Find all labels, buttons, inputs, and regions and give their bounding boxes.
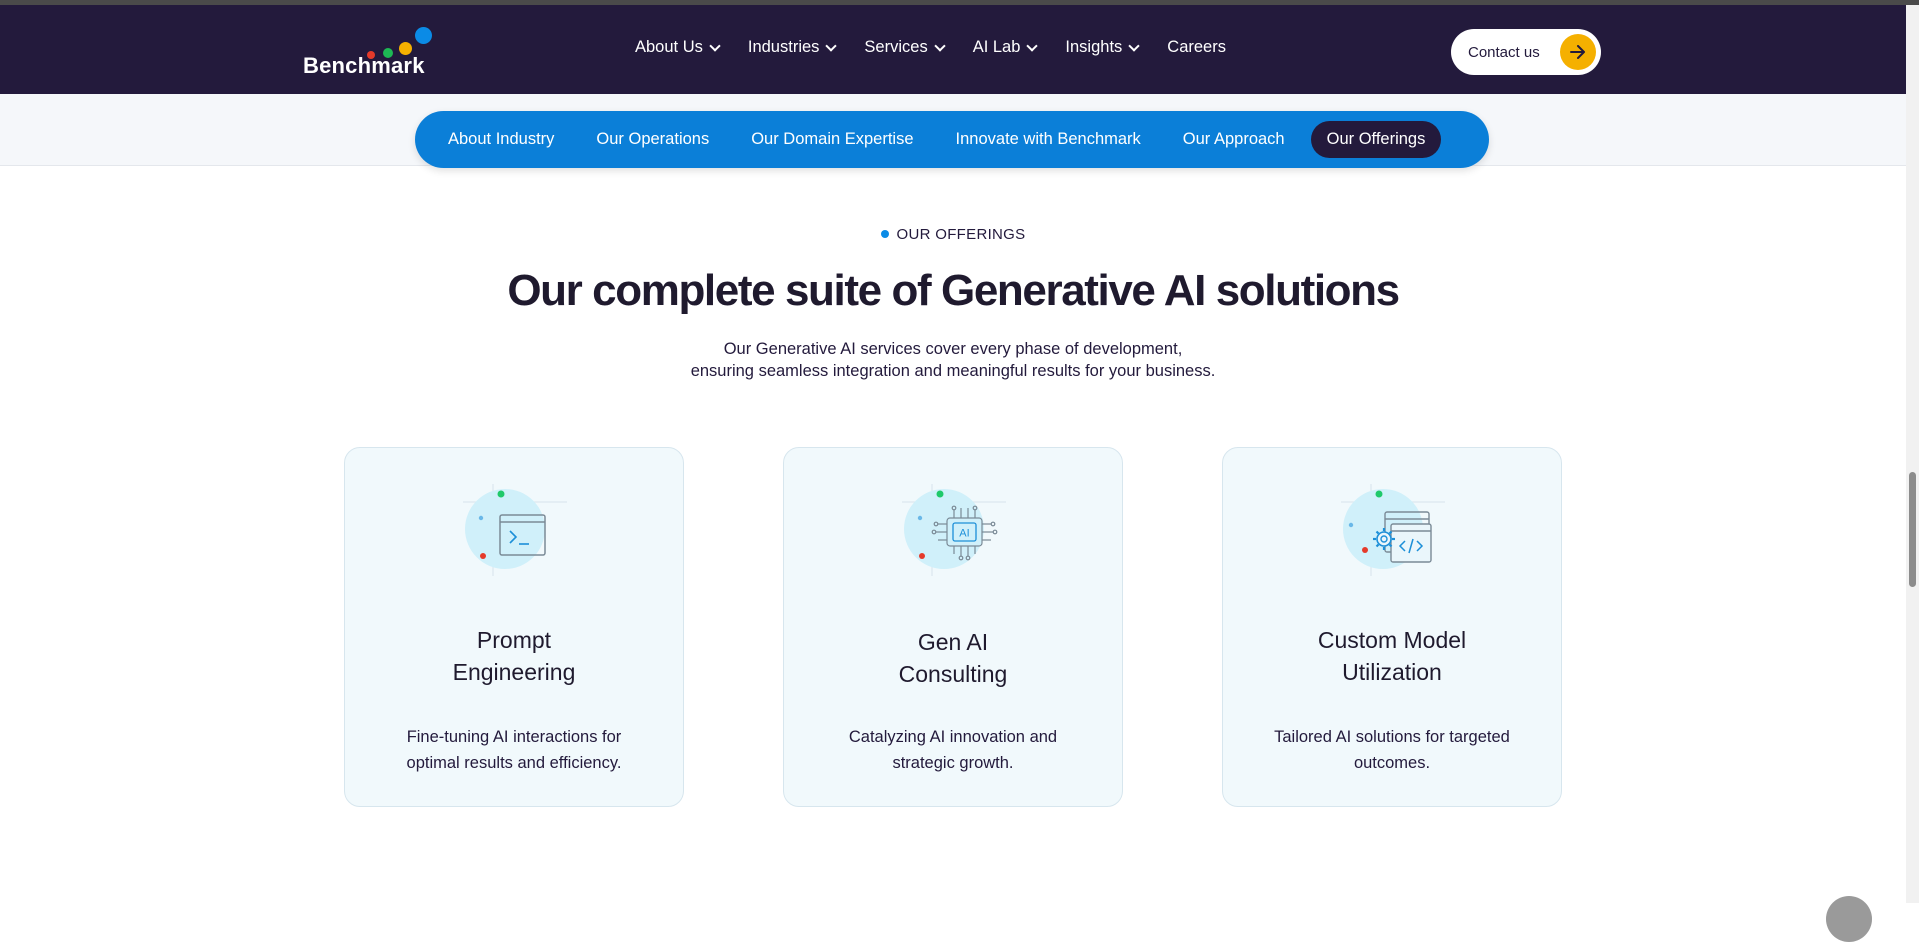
card-description: Fine-tuning AI interactions for optimal …: [345, 724, 683, 776]
nav-item-about-us[interactable]: About Us: [635, 38, 721, 57]
card-text-line: Catalyzing AI innovation and: [848, 728, 1058, 746]
nav-item-careers[interactable]: Careers: [1167, 38, 1226, 57]
nav-label: Services: [864, 38, 928, 56]
card-text-line: optimal results and efficiency.: [406, 754, 622, 772]
section-description: Our Generative AI services cover every p…: [0, 338, 1906, 382]
card-title-line: Consulting: [898, 661, 1008, 687]
card-title: Gen AI Consulting: [784, 626, 1122, 690]
contact-us-button[interactable]: Contact us: [1451, 29, 1601, 75]
subnav-about-industry[interactable]: About Industry: [432, 121, 570, 158]
ai-chip-label: AI: [959, 528, 969, 540]
description-line: ensuring seamless integration and meanin…: [690, 362, 1216, 380]
offering-card-gen-ai-consulting[interactable]: AI Gen AI Consulting Catalyzing AI innov…: [783, 447, 1123, 807]
subnav-innovate-with-benchmark[interactable]: Innovate with Benchmark: [940, 121, 1157, 158]
section-eyebrow: OUR OFFERINGS: [0, 226, 1906, 243]
chevron-down-icon: [1128, 39, 1140, 52]
chevron-down-icon: [825, 39, 838, 52]
card-title-line: Custom Model: [1317, 627, 1467, 653]
subnav-our-domain-expertise[interactable]: Our Domain Expertise: [735, 121, 929, 158]
nav-item-ai-lab[interactable]: AI Lab: [972, 38, 1039, 57]
scrollbar-thumb[interactable]: [1909, 472, 1916, 587]
card-title: Custom Model Utilization: [1223, 624, 1561, 688]
chevron-down-icon: [1026, 39, 1039, 52]
subnav-our-operations[interactable]: Our Operations: [580, 121, 725, 158]
arrow-right-icon: [1560, 34, 1596, 70]
eyebrow-label: OUR OFFERINGS: [896, 226, 1026, 243]
nav-label: Industries: [747, 38, 820, 56]
terminal-window-icon: [463, 484, 567, 576]
nav-label: Careers: [1167, 38, 1226, 56]
chevron-down-icon: [934, 39, 946, 52]
logo-text: Benchmark: [303, 53, 425, 78]
card-text-line: outcomes.: [1353, 754, 1431, 772]
card-title-line: Gen AI: [917, 629, 989, 655]
offering-card-custom-model-utilization[interactable]: Custom Model Utilization Tailored AI sol…: [1222, 447, 1562, 807]
nav-label: AI Lab: [972, 38, 1021, 56]
section-headline: Our complete suite of Generative AI solu…: [507, 266, 1400, 315]
card-description: Tailored AI solutions for targeted outco…: [1223, 724, 1561, 776]
ai-chip-icon: AI: [902, 484, 1006, 576]
nav-item-services[interactable]: Services: [864, 38, 946, 57]
card-title-line: Utilization: [1342, 659, 1442, 685]
card-title-line: Engineering: [452, 659, 576, 685]
eyebrow-dot-icon: [880, 229, 889, 238]
section-subnav: About Industry Our Operations Our Domain…: [415, 111, 1489, 168]
card-description: Catalyzing AI innovation and strategic g…: [784, 724, 1122, 776]
description-line: Our Generative AI services cover every p…: [723, 340, 1183, 358]
card-title-line: Prompt: [476, 627, 552, 653]
card-title: Prompt Engineering: [345, 624, 683, 688]
card-text-line: strategic growth.: [892, 754, 1014, 772]
card-text-line: Tailored AI solutions for targeted: [1274, 728, 1510, 746]
offering-card-prompt-engineering[interactable]: Prompt Engineering Fine-tuning AI intera…: [344, 447, 684, 807]
code-settings-icon: [1341, 484, 1445, 576]
nav-item-insights[interactable]: Insights: [1065, 38, 1140, 57]
card-text-line: Fine-tuning AI interactions for: [406, 728, 622, 746]
contact-us-label: Contact us: [1468, 43, 1540, 61]
site-header: Benchmark About Us Industries Services A…: [0, 5, 1906, 94]
nav-label: About Us: [635, 38, 703, 56]
benchmark-logo[interactable]: Benchmark: [303, 25, 438, 81]
nav-item-industries[interactable]: Industries: [747, 38, 838, 57]
logo-dot-blue: [415, 27, 432, 44]
page-scrollbar[interactable]: [1906, 5, 1919, 903]
subnav-our-approach[interactable]: Our Approach: [1167, 121, 1301, 158]
main-nav: About Us Industries Services AI Lab Insi…: [635, 38, 1255, 57]
nav-label: Insights: [1065, 38, 1123, 56]
chevron-down-icon: [709, 39, 721, 52]
subnav-our-offerings[interactable]: Our Offerings: [1310, 121, 1442, 158]
